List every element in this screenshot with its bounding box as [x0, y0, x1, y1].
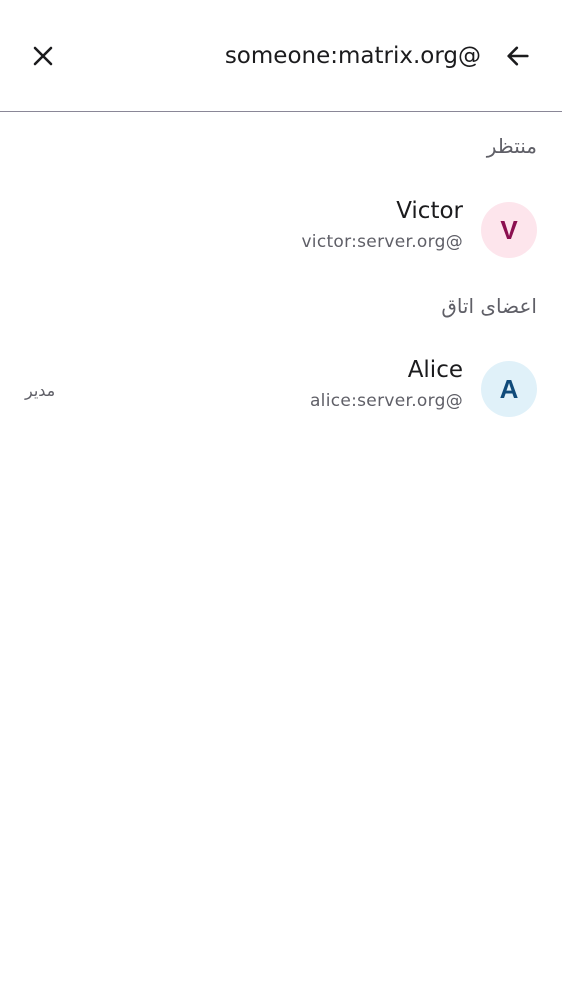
member-role-badge: مدیر: [25, 381, 56, 400]
close-icon: [33, 46, 53, 66]
search-bar: someone:matrix.org@: [0, 0, 562, 112]
arrow-back-icon: [507, 46, 529, 66]
invite-people-screen: someone:matrix.org@ منتظر V Victor victo…: [0, 0, 562, 1000]
back-button[interactable]: [498, 36, 538, 76]
member-user-id: alice:server.org@: [309, 391, 463, 411]
member-name: Victor: [396, 198, 463, 224]
avatar: V: [481, 202, 537, 258]
member-name: Alice: [407, 357, 463, 383]
avatar: A: [481, 361, 537, 417]
member-row-alice[interactable]: A Alice alice:server.org@ مدیر: [0, 349, 562, 429]
member-row-victor[interactable]: V Victor victor:server.org@: [0, 190, 562, 270]
section-header-room-members: اعضای اتاق: [441, 294, 537, 318]
member-user-id: victor:server.org@: [301, 232, 463, 252]
clear-search-button[interactable]: [23, 36, 63, 76]
section-header-pending: منتظر: [486, 134, 537, 158]
search-input[interactable]: someone:matrix.org@: [225, 40, 481, 72]
